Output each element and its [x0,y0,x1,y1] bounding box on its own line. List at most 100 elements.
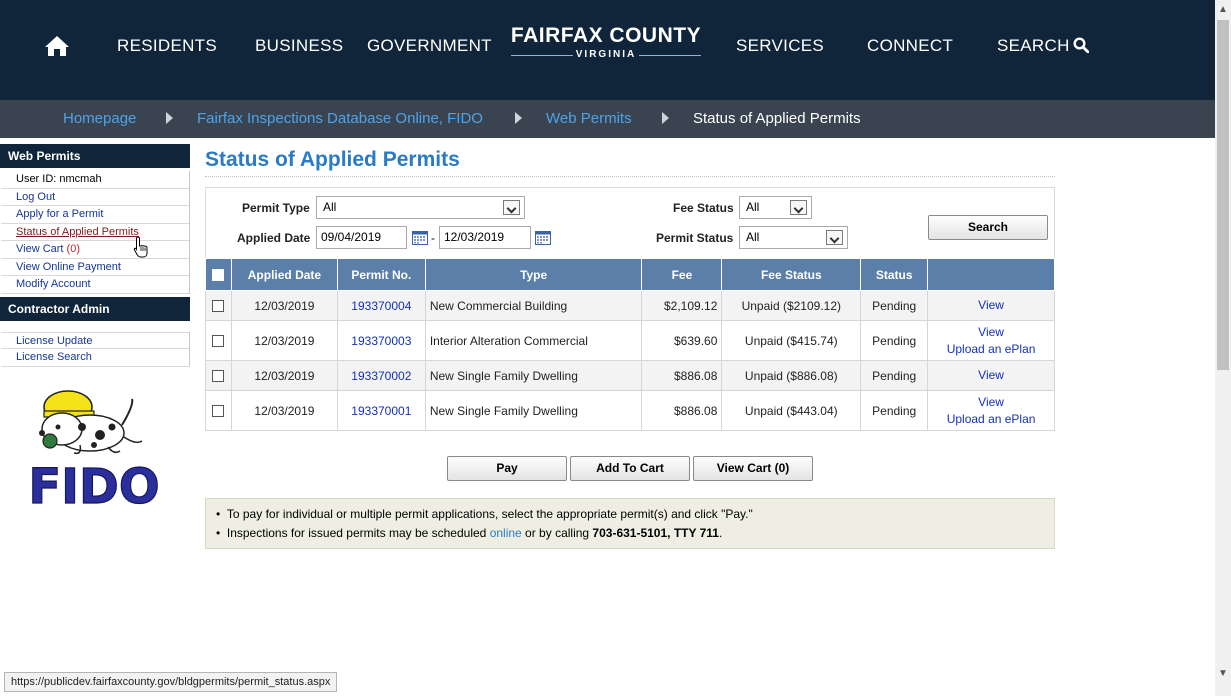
title-divider [205,176,1055,177]
sidebar-item-view-cart[interactable]: View Cart (0) [1,241,189,259]
permit-number-link[interactable]: 193370001 [351,404,411,418]
column-header[interactable]: Applied Date [230,258,338,291]
add-to-cart-button[interactable]: Add To Cart [570,456,690,481]
fido-logo: FIDO [28,390,160,510]
search-button[interactable]: Search [928,215,1048,240]
home-icon[interactable] [44,35,70,57]
applied-date-cell: 12/03/2019 [230,360,338,391]
column-header[interactable]: Fee Status [721,258,862,291]
nav-residents[interactable]: RESIDENTS [117,36,217,56]
row-checkbox[interactable] [212,335,225,348]
column-header[interactable]: Type [424,258,643,291]
actions-cell: View Upload an ePlan [927,390,1055,431]
filter-panel: Permit Type All Applied Date 09/04/2019 … [205,187,1055,259]
nav-business[interactable]: BUSINESS [255,36,343,56]
sidebar-item-online-payment[interactable]: View Online Payment [1,259,189,276]
date-to-input[interactable]: 12/03/2019 [439,226,531,249]
view-link[interactable]: View [932,297,1050,314]
nav-services[interactable]: SERVICES [736,36,824,56]
breadcrumb-separator-icon [166,112,173,124]
sidebar-cart-label: View Cart [16,243,64,255]
row-select-cell [205,320,232,361]
sidebar-item-modify-account[interactable]: Modify Account [1,276,189,294]
sidebar-item-license-update[interactable]: License Update [1,331,189,349]
fee-cell: $886.08 [641,390,723,431]
permit-status-label: Permit Status [656,231,734,245]
nav-government[interactable]: GOVERNMENT [367,36,492,56]
column-header[interactable]: Status [860,258,929,291]
fee-status-cell: Unpaid ($886.08) [721,360,862,391]
fee-status-label: Fee Status [673,201,734,215]
logo-line-right [639,55,701,56]
status-cell: Pending [860,360,929,391]
online-link[interactable]: online [490,526,522,540]
breadcrumb-web-permits[interactable]: Web Permits [546,110,632,127]
permit-type-value: All [323,200,337,214]
view-link[interactable]: View [932,394,1050,411]
type-cell: New Single Family Dwelling [424,390,643,431]
sidebar-cart-count: (0) [66,243,80,255]
type-cell: Interior Alteration Commercial [424,320,643,361]
phone-number: 703-631-5101, TTY 711 [592,526,719,540]
view-link[interactable]: View [932,324,1050,341]
nav-connect[interactable]: CONNECT [867,36,953,56]
row-checkbox[interactable] [212,370,225,383]
pay-button[interactable]: Pay [447,456,567,481]
nav-search[interactable]: SEARCH [997,36,1089,56]
sidebar-web-permits-list: User ID: nmcmah Log Out Apply for a Perm… [0,171,190,294]
permit-number-link[interactable]: 193370004 [351,299,411,313]
date-from-input[interactable]: 09/04/2019 [316,226,407,249]
calendar-icon[interactable] [412,230,428,245]
table-row: 12/03/2019 193370002 New Single Family D… [205,360,1055,391]
permit-number-link[interactable]: 193370003 [351,334,411,348]
view-link[interactable]: View [932,367,1050,384]
calendar-icon[interactable] [535,230,551,245]
column-header-actions [927,258,1055,291]
help-notes: • To pay for individual or multiple perm… [205,498,1055,549]
page-scrollbar[interactable]: ▲ ▼ [1215,0,1231,696]
logo-state: VIRGINIA [575,49,637,60]
fairfax-county-logo[interactable]: FAIRFAX COUNTY VIRGINIA [509,25,703,63]
scroll-down-icon[interactable]: ▼ [1218,668,1228,679]
chevron-down-icon [503,200,520,215]
column-header[interactable]: Permit No. [336,258,426,291]
nav-search-label: SEARCH [997,36,1070,55]
scrollbar-thumb[interactable] [1217,20,1229,370]
fee-cell: $886.08 [641,360,723,391]
permit-number-link[interactable]: 193370002 [351,369,411,383]
upload-eplan-link[interactable]: Upload an ePlan [932,411,1050,428]
permit-type-select[interactable]: All [316,196,525,219]
logo-main-text: FAIRFAX COUNTY [510,24,702,47]
table-header-row: Applied Date Permit No. Type Fee Fee Sta… [205,258,1055,291]
upload-eplan-link[interactable]: Upload an ePlan [932,341,1050,358]
note-item: • Inspections for issued permits may be … [216,526,723,540]
column-header[interactable]: Fee [641,258,723,291]
row-select-cell [205,290,232,321]
table-row: 12/03/2019 193370003 Interior Alteration… [205,320,1055,361]
permit-number-cell: 193370004 [336,290,426,321]
select-all-checkbox[interactable] [212,269,225,282]
view-cart-button[interactable]: View Cart (0) [693,456,813,481]
type-cell: New Commercial Building [424,290,643,321]
fido-logo-text: FIDO [28,459,159,510]
browser-status-bar: https://publicdev.fairfaxcounty.gov/bldg… [4,672,338,692]
breadcrumb-homepage[interactable]: Homepage [63,110,136,127]
fee-cell: $639.60 [641,320,723,361]
page-title: Status of Applied Permits [205,148,460,171]
row-checkbox[interactable] [212,300,225,313]
breadcrumb-fido[interactable]: Fairfax Inspections Database Online, FID… [197,110,483,127]
permit-status-select[interactable]: All [739,226,848,249]
sidebar-item-license-search[interactable]: License Search [1,349,189,367]
select-all-cell [205,258,232,291]
row-checkbox[interactable] [212,405,225,418]
sidebar-item-apply-permit[interactable]: Apply for a Permit [1,206,189,224]
sidebar: Web Permits User ID: nmcmah Log Out Appl… [0,144,190,370]
scroll-up-icon[interactable]: ▲ [1218,4,1228,15]
sidebar-item-log-out[interactable]: Log Out [1,189,189,206]
search-icon [1073,37,1089,53]
fee-status-cell: Unpaid ($415.74) [721,320,862,361]
sidebar-header-web-permits: Web Permits [0,144,190,168]
chevron-down-icon [790,200,807,215]
sidebar-item-status-applied[interactable]: Status of Applied Permits [1,224,189,241]
fee-status-select[interactable]: All [739,196,812,219]
